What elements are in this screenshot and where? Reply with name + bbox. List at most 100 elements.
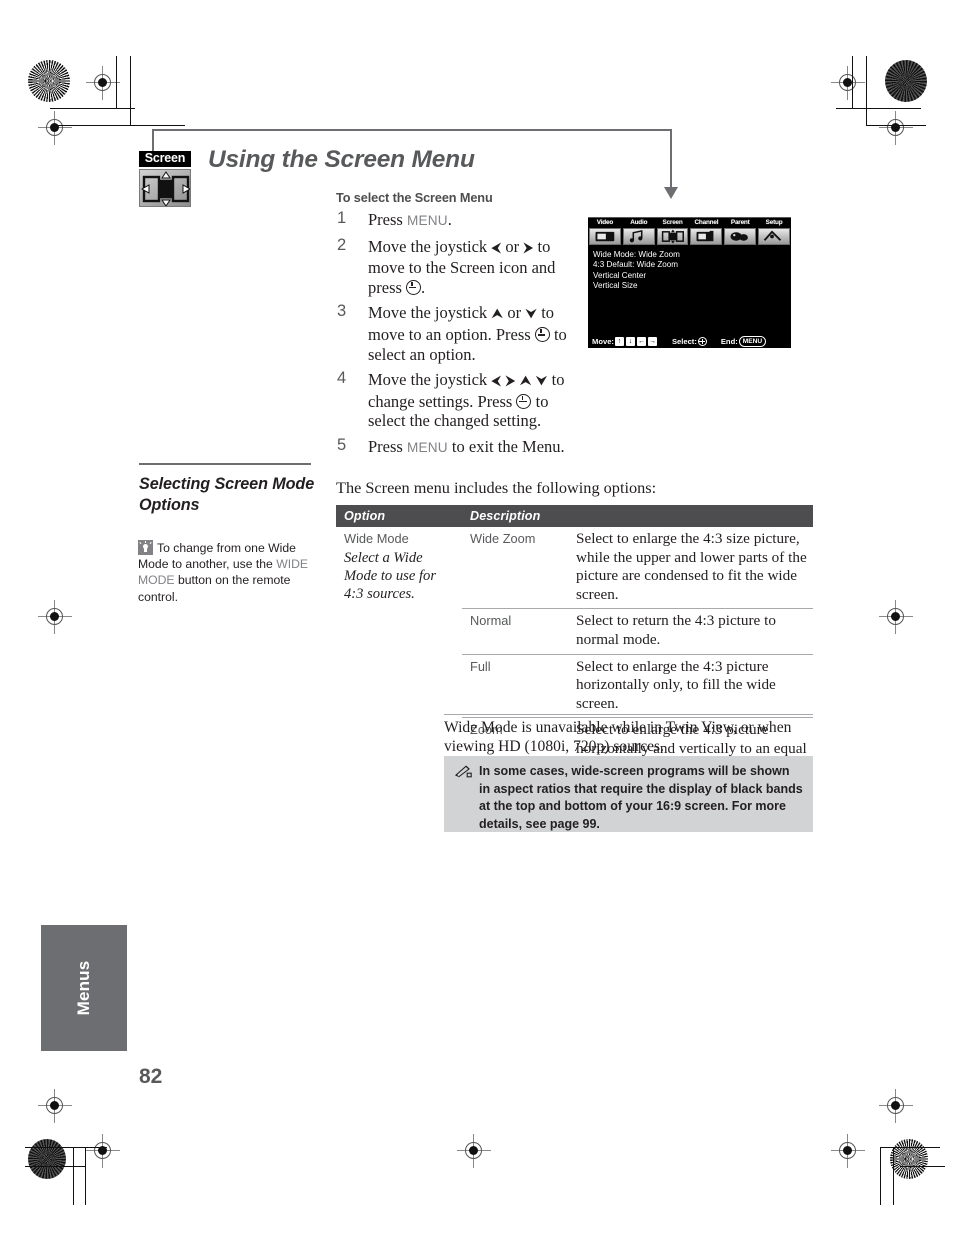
joystick-arrow-icon: ⮝ <box>491 307 504 323</box>
tv-menu-item[interactable]: 4:3 Default: Wide Zoom <box>593 260 791 270</box>
tv-menu-tab-parent[interactable]: Parent <box>723 217 758 245</box>
note-callout-box: In some cases, wide-screen programs will… <box>444 756 813 832</box>
crop-line-tr-v <box>852 56 854 109</box>
audio-icon <box>622 228 655 245</box>
tv-select-key-icon <box>697 337 707 346</box>
screen-icon-label: Screen <box>139 151 191 167</box>
mode-name-cell: Normal <box>462 608 568 655</box>
procedure-step: 5 Press MENU to exit the Menu. <box>336 435 586 458</box>
tv-menu-tab-label: Audio <box>621 217 656 227</box>
mode-description-cell: Select to enlarge the 4:3 picture horizo… <box>568 653 813 718</box>
crop-line-tl-h <box>50 108 135 110</box>
table-bottom-rule <box>444 714 813 715</box>
tv-menu-tab-label: Video <box>588 217 622 227</box>
page-number: 82 <box>139 1065 163 1088</box>
tv-menu-item[interactable]: Wide Mode: Wide Zoom <box>593 250 791 260</box>
step-text: Move the joystick <box>368 303 492 323</box>
tv-key-up: ↑ <box>614 337 624 346</box>
halftone-target-bottom-left <box>28 1139 66 1179</box>
tv-menu-tab-screen[interactable]: Screen <box>655 217 690 245</box>
section-title: Selecting Screen Mode Options <box>139 475 315 514</box>
crop-line-br-h <box>880 1147 940 1149</box>
option-name-cell <box>336 654 462 718</box>
crop-line-bl-h <box>25 1147 107 1149</box>
tv-menu-tab-audio[interactable]: Audio <box>621 217 656 245</box>
pencil-note-icon <box>455 765 472 778</box>
step-number: 4 <box>337 369 347 388</box>
procedure-step: 3 Move the joystick ⮝ or ⮟ to move to an … <box>336 302 586 364</box>
procedure-step: 4 Move the joystick ⮜ ⮞ ⮝ ⮟ to change set… <box>336 369 586 431</box>
table-header-row: Option Description <box>336 505 813 527</box>
column-header-option: Option <box>336 505 462 527</box>
tv-menu-item[interactable]: Vertical Center <box>593 271 791 281</box>
tv-menu-tab-channel[interactable]: Channel <box>689 217 724 245</box>
joystick-press-icon <box>534 326 550 342</box>
tv-select-label: Select: <box>671 337 697 346</box>
screen-resize-icon <box>139 169 191 207</box>
registration-mark-right-lower <box>879 1089 913 1123</box>
joystick-press-icon <box>516 393 532 409</box>
registration-mark-left-upper <box>38 111 72 145</box>
setup-icon <box>758 228 790 245</box>
halftone-target-top-left <box>28 60 70 102</box>
step-number: 5 <box>337 435 347 454</box>
table-row: Wide Mode Select a Wide Mode to use for 4… <box>336 527 813 609</box>
tv-menu-option-list: Wide Mode: Wide Zoom 4:3 Default: Wide Zo… <box>588 245 791 333</box>
crop-line-tl-v2 <box>130 56 132 126</box>
procedure-subhead: To select the Screen Menu <box>336 191 493 205</box>
joystick-arrow-icon: ⮞ <box>523 240 534 256</box>
chapter-side-tab-label: Menus <box>74 960 93 1016</box>
joystick-arrow-icon: ⮞ <box>505 374 516 390</box>
registration-mark-left-lower <box>38 1089 72 1123</box>
registration-mark-bottom-left <box>86 1134 120 1168</box>
joystick-arrow-icon: ⮟ <box>525 307 538 323</box>
tip-block: To change from one Wide Mode to another,… <box>138 540 324 605</box>
crop-line-tr-h <box>836 108 921 110</box>
step-text: Move the joystick <box>368 370 492 390</box>
joystick-arrow-icon: ⮟ <box>535 374 548 390</box>
halftone-target-top-right <box>885 60 927 102</box>
crop-line-br-v2 <box>893 1147 895 1205</box>
step-text: to exit the Menu. <box>447 436 565 456</box>
crop-line-tr-h2 <box>866 125 926 127</box>
lightbulb-icon <box>138 540 153 555</box>
tv-menu-tab-bar: Video Audio Screen Channel Parent Setup <box>588 217 791 245</box>
tv-key-left: ← <box>636 337 646 346</box>
tv-key-down: ↓ <box>625 337 635 346</box>
tv-menu-footer-bar: Move: ↑ ↓ ← → Select: End: MENU <box>588 335 791 348</box>
registration-mark-bottom-right <box>831 1134 865 1168</box>
step-text: . <box>421 277 426 297</box>
key-name: MENU <box>406 213 448 228</box>
tv-menu-tab-label: Setup <box>757 217 791 227</box>
page-title: Using the Screen Menu <box>208 146 475 173</box>
option-name: Wide Mode <box>344 531 409 546</box>
section-rule <box>139 463 311 466</box>
joystick-arrow-icon: ⮜ <box>491 240 502 256</box>
joystick-press-icon <box>406 279 422 295</box>
tv-menu-tab-video[interactable]: Video <box>588 217 622 245</box>
screen-icon <box>656 228 689 245</box>
tv-onscreen-menu: Video Audio Screen Channel Parent Setup Wide … <box>588 217 791 348</box>
chapter-side-tab: Menus <box>41 925 127 1051</box>
tv-menu-tab-setup[interactable]: Setup <box>757 217 791 245</box>
registration-mark-left-middle <box>38 600 72 634</box>
step-text: or <box>503 303 526 323</box>
step-text: Move the joystick <box>368 236 492 256</box>
tv-menu-tab-label: Channel <box>689 217 724 227</box>
registration-mark-bottom-center <box>457 1134 491 1168</box>
mode-description-cell: Select to enlarge the 4:3 size picture, … <box>576 530 807 603</box>
joystick-arrow-icon: ⮝ <box>519 374 532 390</box>
crop-line-bl-v <box>73 1147 75 1205</box>
registration-mark-right-upper <box>879 111 913 145</box>
step-text: Press <box>368 436 407 456</box>
wide-mode-availability-note: Wide Mode is unavailable while in Twin V… <box>444 719 792 755</box>
crop-line-tl-v <box>116 56 118 109</box>
step-number: 3 <box>337 302 347 321</box>
tv-menu-tab-label: Parent <box>723 217 758 227</box>
tv-menu-tab-label: Screen <box>655 217 690 227</box>
tv-menu-item[interactable]: Vertical Size <box>593 281 791 291</box>
table-row: Full Select to enlarge the 4:3 picture ho… <box>336 653 813 718</box>
table-row: Normal Select to return the 4:3 picture t… <box>336 608 813 655</box>
registration-mark-top-right <box>831 66 865 100</box>
option-name-cell <box>336 609 462 654</box>
